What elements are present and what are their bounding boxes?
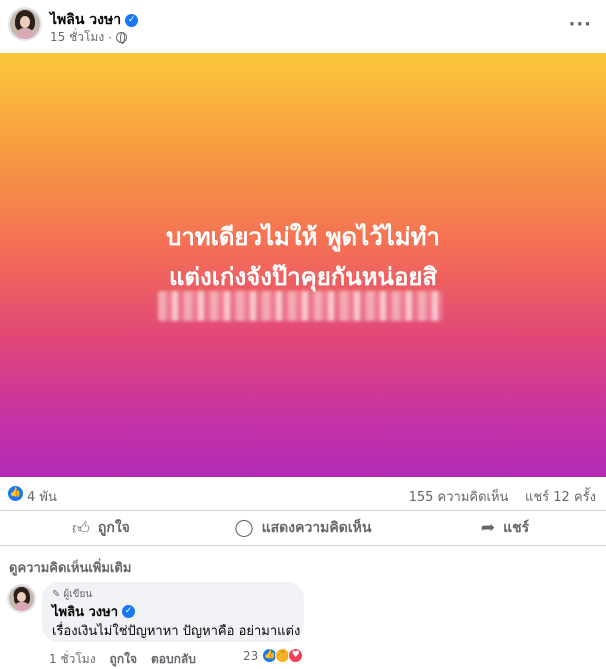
author-tag: ✎ ผู้เขียน bbox=[52, 587, 92, 602]
comments-count[interactable]: 155 ความคิดเห็น bbox=[409, 490, 509, 505]
verified-icon: ✓ bbox=[122, 605, 136, 618]
verified-icon: ✓ bbox=[125, 13, 139, 27]
banner-line-1: บาทเดียวไม่ให้ พูดไว้ไม่ทำ bbox=[166, 223, 440, 251]
like-icon: 👍 bbox=[8, 486, 23, 501]
reaction-count: 23 bbox=[243, 648, 259, 663]
post-meta: 15 ชั่วโมง · bbox=[50, 28, 128, 47]
post-banner[interactable]: บาทเดียวไม่ให้ พูดไว้ไม่ทำ แต่งเก่งจังป๊… bbox=[0, 53, 606, 477]
comment-bubble: ✎ ผู้เขียน ไพลิน วงษา ✓ เรื่องเงินไม่ใช่… bbox=[42, 582, 304, 642]
comment-icon: ◯ bbox=[234, 518, 254, 538]
divider bbox=[0, 545, 606, 546]
comment-time[interactable]: 1 ชั่วโมง bbox=[49, 650, 96, 669]
author-tag-label: ผู้เขียน bbox=[63, 589, 93, 600]
comment-avatar[interactable] bbox=[7, 584, 36, 613]
globe-icon bbox=[116, 32, 128, 44]
comment-button[interactable]: ◯ แสดงความคิดเห็น bbox=[202, 511, 404, 545]
post-actions: 👍︎ ถูกใจ ◯ แสดงความคิดเห็น ➦ แชร์ bbox=[0, 511, 606, 545]
love-icon: ♥ bbox=[288, 648, 304, 663]
comment-reply-button[interactable]: ตอบกลับ bbox=[151, 650, 196, 669]
comment-reactions[interactable]: 23 👍 ᵔ ♥ bbox=[243, 648, 304, 663]
post-time[interactable]: 15 ชั่วโมง bbox=[50, 28, 104, 47]
comment-author[interactable]: ไพลิน วงษา bbox=[52, 601, 118, 622]
stats-right: 155 ความคิดเห็น แชร์ 12 ครั้ง bbox=[409, 486, 596, 507]
comment-text: เรื่องเงินไม่ใช่ปัญหาหา ปัญหาคือ อย่ามาแ… bbox=[52, 624, 301, 639]
share-icon: ➦ bbox=[480, 518, 496, 538]
comment-actions: 1 ชั่วโมง ถูกใจ ตอบกลับ bbox=[49, 650, 196, 669]
post-stats: 👍 4 พัน 155 ความคิดเห็น แชร์ 12 ครั้ง bbox=[0, 480, 606, 510]
author-avatar[interactable] bbox=[8, 7, 42, 41]
more-comments-link[interactable]: ดูความคิดเห็นเพิ่มเติม bbox=[9, 557, 131, 578]
comment-label: แสดงความคิดเห็น bbox=[261, 520, 372, 536]
post-header: ไพลิน วงษา ✓ 15 ชั่วโมง · ··· bbox=[0, 0, 606, 52]
like-button[interactable]: 👍︎ ถูกใจ bbox=[0, 511, 202, 545]
share-button[interactable]: ➦ แชร์ bbox=[404, 511, 606, 545]
likes-count[interactable]: 4 พัน bbox=[27, 486, 57, 507]
like-icon: 👍︎ bbox=[72, 518, 90, 539]
blurred-text bbox=[158, 291, 443, 321]
more-icon[interactable]: ··· bbox=[568, 14, 592, 35]
shares-count[interactable]: แชร์ 12 ครั้ง bbox=[525, 490, 596, 505]
comment-author-row: ไพลิน วงษา ✓ bbox=[52, 601, 136, 622]
like-label: ถูกใจ bbox=[97, 520, 130, 536]
pen-icon: ✎ bbox=[52, 589, 61, 600]
comment-like-button[interactable]: ถูกใจ bbox=[110, 650, 137, 669]
share-label: แชร์ bbox=[503, 520, 530, 536]
